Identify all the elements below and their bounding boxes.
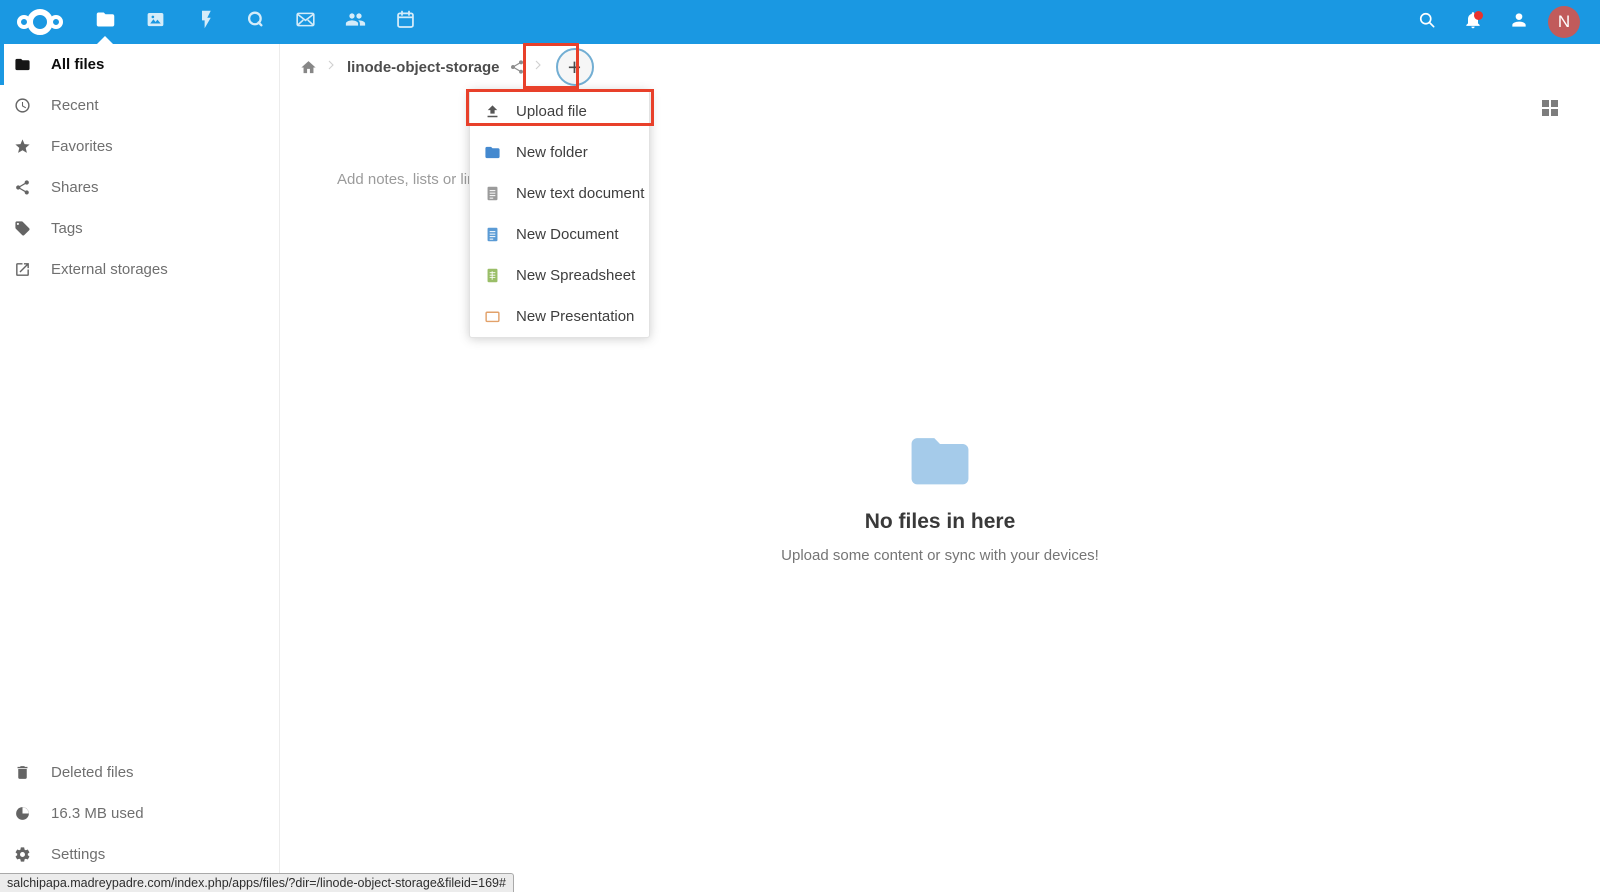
home-icon <box>300 59 317 76</box>
folder-icon <box>95 9 116 35</box>
top-bar-right: N <box>1404 0 1600 44</box>
external-link-icon <box>14 261 31 278</box>
grid-view-icon <box>1542 100 1549 107</box>
contacts-menu-button[interactable] <box>1496 0 1542 44</box>
star-icon <box>14 138 31 155</box>
sidebar-item-label: Deleted files <box>51 764 134 781</box>
sidebar-item-shares[interactable]: Shares <box>0 167 279 208</box>
notifications-button[interactable] <box>1450 0 1496 44</box>
text-file-icon <box>484 185 501 202</box>
menu-item-new-folder[interactable]: New folder <box>470 132 649 173</box>
empty-state-subtitle: Upload some content or sync with your de… <box>280 547 1600 564</box>
share-icon <box>14 179 31 196</box>
sidebar-item-label: All files <box>51 56 104 73</box>
breadcrumb-current-folder[interactable]: linode-object-storage <box>347 59 500 76</box>
sidebar-item-label: Favorites <box>51 138 113 155</box>
menu-item-label: New Document <box>516 226 619 243</box>
nextcloud-logo-circles <box>17 9 63 35</box>
tag-icon <box>14 220 31 237</box>
sidebar-item-tags[interactable]: Tags <box>0 208 279 249</box>
gear-icon <box>14 846 31 863</box>
app-files[interactable] <box>80 0 130 44</box>
contacts-icon <box>345 9 366 35</box>
sidebar: All files Recent Favorites Shares Tags E… <box>0 44 280 892</box>
notification-dot <box>1474 11 1483 20</box>
sidebar-item-label: Shares <box>51 179 99 196</box>
person-icon <box>1509 10 1529 35</box>
sidebar-item-label: Tags <box>51 220 83 237</box>
menu-item-label: New Spreadsheet <box>516 267 635 284</box>
trash-icon <box>14 764 31 781</box>
app-photos[interactable] <box>130 0 180 44</box>
menu-item-label: New Presentation <box>516 308 634 325</box>
avatar[interactable]: N <box>1548 6 1580 38</box>
app-talk[interactable] <box>230 0 280 44</box>
active-app-caret <box>97 36 113 44</box>
mail-icon <box>295 9 316 35</box>
empty-folder-icon <box>280 437 1600 490</box>
app-contacts[interactable] <box>330 0 380 44</box>
breadcrumb-home-button[interactable] <box>293 45 323 89</box>
lightning-icon <box>195 9 216 35</box>
sidebar-item-quota: 16.3 MB used <box>0 793 279 834</box>
sidebar-item-label: Recent <box>51 97 99 114</box>
menu-item-new-spreadsheet[interactable]: New Spreadsheet <box>470 255 649 296</box>
menu-item-new-document[interactable]: New Document <box>470 214 649 255</box>
grid-view-toggle-button[interactable] <box>1542 100 1558 116</box>
empty-state: No files in here Upload some content or … <box>280 437 1600 564</box>
app-mail[interactable] <box>280 0 330 44</box>
workspace-notes-placeholder[interactable]: Add notes, lists or lin <box>337 171 475 188</box>
menu-item-label: New text document <box>516 185 644 202</box>
presentation-icon <box>484 308 501 325</box>
status-url-tooltip: salchipapa.madreypadre.com/index.php/app… <box>0 873 514 892</box>
share-folder-button[interactable] <box>504 45 530 89</box>
menu-item-upload-file[interactable]: Upload file <box>470 91 649 132</box>
sidebar-item-deleted-files[interactable]: Deleted files <box>0 752 279 793</box>
sidebar-bottom: Deleted files 16.3 MB used Settings <box>0 752 279 875</box>
app-activity[interactable] <box>180 0 230 44</box>
upload-icon <box>484 103 501 120</box>
sidebar-item-recent[interactable]: Recent <box>0 85 279 126</box>
app-calendar[interactable] <box>380 0 430 44</box>
menu-item-new-text-document[interactable]: New text document <box>470 173 649 214</box>
sidebar-item-label: External storages <box>51 261 168 278</box>
document-icon <box>484 226 501 243</box>
new-file-menu: Upload file New folder New text document… <box>469 90 650 338</box>
spreadsheet-icon <box>484 267 501 284</box>
sidebar-item-external-storages[interactable]: External storages <box>0 249 279 290</box>
chevron-right-icon <box>530 57 546 78</box>
sidebar-item-settings[interactable]: Settings <box>0 834 279 875</box>
quota-label: 16.3 MB used <box>51 805 144 822</box>
chevron-right-icon <box>323 57 339 78</box>
breadcrumb-bar: linode-object-storage + <box>280 44 1600 90</box>
quota-pie-icon <box>14 805 31 822</box>
folder-icon <box>484 144 501 161</box>
folder-icon <box>14 56 31 73</box>
nextcloud-logo[interactable] <box>0 0 80 44</box>
sidebar-item-label: Settings <box>51 846 105 863</box>
menu-item-new-presentation[interactable]: New Presentation <box>470 296 649 337</box>
clock-icon <box>14 97 31 114</box>
empty-state-title: No files in here <box>280 510 1600 534</box>
plus-icon: + <box>568 56 581 79</box>
search-icon <box>1417 10 1437 35</box>
share-icon <box>509 59 525 75</box>
new-file-button[interactable]: + <box>556 48 594 86</box>
top-bar: N <box>0 0 1600 44</box>
calendar-icon <box>395 9 416 35</box>
active-item-indicator <box>0 44 4 85</box>
sidebar-item-all-files[interactable]: All files <box>0 44 279 85</box>
search-button[interactable] <box>1404 0 1450 44</box>
menu-item-label: Upload file <box>516 103 587 120</box>
talk-icon <box>245 9 266 35</box>
sidebar-item-favorites[interactable]: Favorites <box>0 126 279 167</box>
menu-item-label: New folder <box>516 144 588 161</box>
photos-icon <box>145 9 166 35</box>
